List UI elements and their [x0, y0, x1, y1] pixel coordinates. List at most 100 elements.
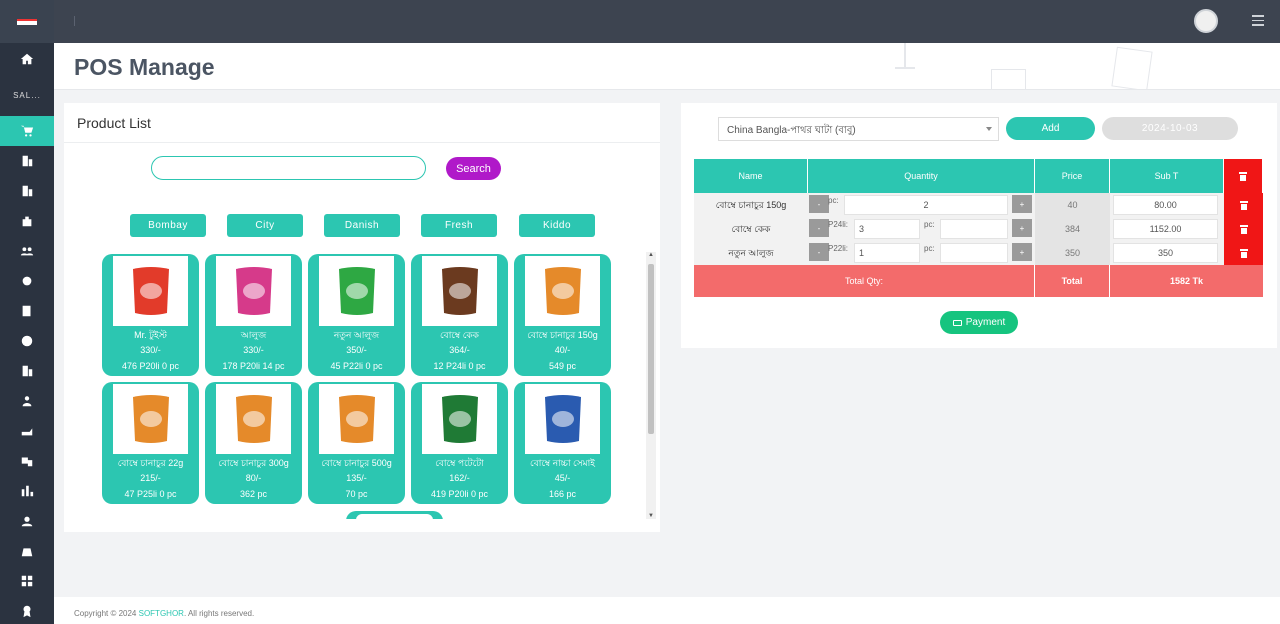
product-card[interactable]: Mr. টুইস্ট 330/- 476 P20li 0 pc [102, 254, 199, 376]
product-name: নতুন আলুজ [333, 330, 380, 340]
category-button-bombay[interactable]: Bombay [130, 214, 206, 237]
product-card[interactable]: বোম্বে চানাচুর 500g 135/- 70 pc [308, 382, 405, 504]
chart-icon[interactable] [0, 476, 54, 506]
product-image [319, 256, 394, 326]
quantity-input[interactable]: 2 [844, 195, 1008, 215]
decorative-lamp-base [895, 67, 915, 69]
delete-row-icon[interactable] [1224, 193, 1263, 217]
product-card[interactable]: আলুজ 330/- 178 P20li 14 pc [205, 254, 302, 376]
cart-total-row: Total Qty: Total 1582 Tk [694, 265, 1263, 297]
increase-button[interactable]: + [1012, 219, 1032, 237]
category-button-fresh[interactable]: Fresh [421, 214, 497, 237]
cart-item-name: বোম্বে চানাচুর 150g [694, 193, 808, 217]
sidebar: SAL... [0, 0, 54, 624]
subtotal-field[interactable]: 350 [1113, 243, 1218, 263]
column-header-subtotal: Sub T [1110, 159, 1224, 193]
product-image [422, 384, 497, 454]
badge-icon[interactable] [0, 596, 54, 624]
product-stock: 166 pc [548, 489, 577, 499]
decrease-button[interactable]: - [809, 195, 829, 213]
cart-icon[interactable] [0, 116, 54, 146]
category-button-city[interactable]: City [227, 214, 303, 237]
product-name: বোম্বে চানাচুর 300g [218, 458, 289, 468]
subtotal-cell: 350 [1110, 241, 1224, 265]
unit-label: pc: [828, 196, 839, 205]
product-package-icon [338, 395, 375, 443]
product-card[interactable]: বোম্বে কেক 364/- 12 P24li 0 pc [411, 254, 508, 376]
delete-all-icon[interactable] [1224, 159, 1263, 193]
quantity-stepper: - P24li: 3 pc: + [808, 217, 1035, 241]
avatar[interactable] [1194, 9, 1218, 33]
quantity-input[interactable]: 3 [854, 219, 920, 239]
subtotal-field[interactable]: 1152.00 [1113, 219, 1218, 239]
payment-button[interactable]: Payment [940, 311, 1018, 334]
boxes-icon[interactable] [0, 446, 54, 476]
home-icon[interactable] [0, 44, 54, 74]
customer-select[interactable]: China Bangla-পাথর ঘাটা (বাবু) [718, 117, 999, 141]
cart-row: বোম্বে চানাচুর 150g - pc: 2 +40 80.00 [694, 193, 1263, 217]
sidebar-item-sales[interactable]: SAL... [0, 80, 54, 110]
product-card-partial[interactable] [346, 511, 443, 519]
building-icon[interactable] [0, 356, 54, 386]
product-grid: বোম্বে নাচ্চা সেমাই 45/- 166 pc বোম্বে পটেট… [102, 254, 642, 519]
quantity-input[interactable] [940, 243, 1008, 263]
add-button[interactable]: Add [1006, 117, 1095, 140]
product-card[interactable]: বোম্বে পটেটো 162/- 419 P20li 0 pc [411, 382, 508, 504]
product-search-input[interactable] [151, 156, 426, 180]
decorative-screen [991, 69, 1026, 89]
product-card[interactable]: বোম্বে নাচ্চা সেমাই 45/- 166 pc [514, 382, 611, 504]
money-icon[interactable] [0, 266, 54, 296]
category-button-danish[interactable]: Danish [324, 214, 400, 237]
scrollbar-thumb[interactable] [648, 264, 654, 434]
product-image [525, 384, 600, 454]
increase-button[interactable]: + [1012, 243, 1032, 261]
weight-icon[interactable] [0, 536, 54, 566]
building-icon[interactable] [0, 146, 54, 176]
decrease-button[interactable]: - [809, 243, 829, 261]
users-icon[interactable] [0, 236, 54, 266]
subtotal-field[interactable]: 80.00 [1113, 195, 1218, 215]
hand-icon[interactable] [0, 416, 54, 446]
product-scrollbar[interactable]: ▲ ▼ [646, 252, 656, 519]
grid-icon[interactable] [0, 566, 54, 596]
app-logo[interactable] [0, 0, 54, 43]
unit-label: P24li: [828, 220, 849, 229]
product-stock: 419 P20li 0 pc [430, 489, 489, 499]
product-stock: 70 pc [345, 489, 368, 499]
report-icon[interactable] [0, 296, 54, 326]
quantity-input[interactable] [940, 219, 1008, 239]
footer-rights: . All rights reserved. [183, 609, 255, 618]
product-price: 215/- [140, 473, 161, 483]
target-icon[interactable] [0, 326, 54, 356]
cart-item-price: 384 [1035, 217, 1110, 241]
product-stock: 476 P20li 0 pc [121, 361, 180, 371]
group-icon[interactable] [0, 506, 54, 536]
increase-button[interactable]: + [1012, 195, 1032, 213]
product-stock: 362 pc [239, 489, 268, 499]
product-card[interactable]: বোম্বে চানাচুর 150g 40/- 549 pc [514, 254, 611, 376]
building-icon[interactable] [0, 176, 54, 206]
bag-icon[interactable] [0, 206, 54, 236]
quantity-input[interactable]: 1 [854, 243, 920, 263]
product-card[interactable]: নতুন আলুজ 350/- 45 P22li 0 pc [308, 254, 405, 376]
product-package-icon [338, 267, 375, 315]
category-button-kiddo[interactable]: Kiddo [519, 214, 595, 237]
product-image [319, 384, 394, 454]
product-stock: 47 P25li 0 pc [124, 489, 177, 499]
product-price: 45/- [554, 473, 571, 483]
footer: Copyright © 2024 SOFTGHOR. All rights re… [54, 597, 1280, 624]
product-card[interactable]: বোম্বে চানাচুর 300g 80/- 362 pc [205, 382, 302, 504]
footer-brand-link[interactable]: SOFTGHOR [139, 609, 184, 618]
people-icon[interactable] [0, 386, 54, 416]
cart-row: নতুন আলুজ - P22li: 1 pc: +350 350 [694, 241, 1263, 265]
product-price: 162/- [449, 473, 470, 483]
decrease-button[interactable]: - [809, 219, 829, 237]
decorative-window [1111, 46, 1153, 89]
menu-icon[interactable] [1252, 15, 1264, 29]
product-card[interactable]: বোম্বে চানাচুর 22g 215/- 47 P25li 0 pc [102, 382, 199, 504]
date-field[interactable]: 2024-10-03 [1102, 117, 1238, 140]
search-button[interactable]: Search [446, 157, 501, 180]
delete-row-icon[interactable] [1224, 241, 1263, 265]
delete-row-icon[interactable] [1224, 217, 1263, 241]
product-price: 330/- [140, 345, 161, 355]
